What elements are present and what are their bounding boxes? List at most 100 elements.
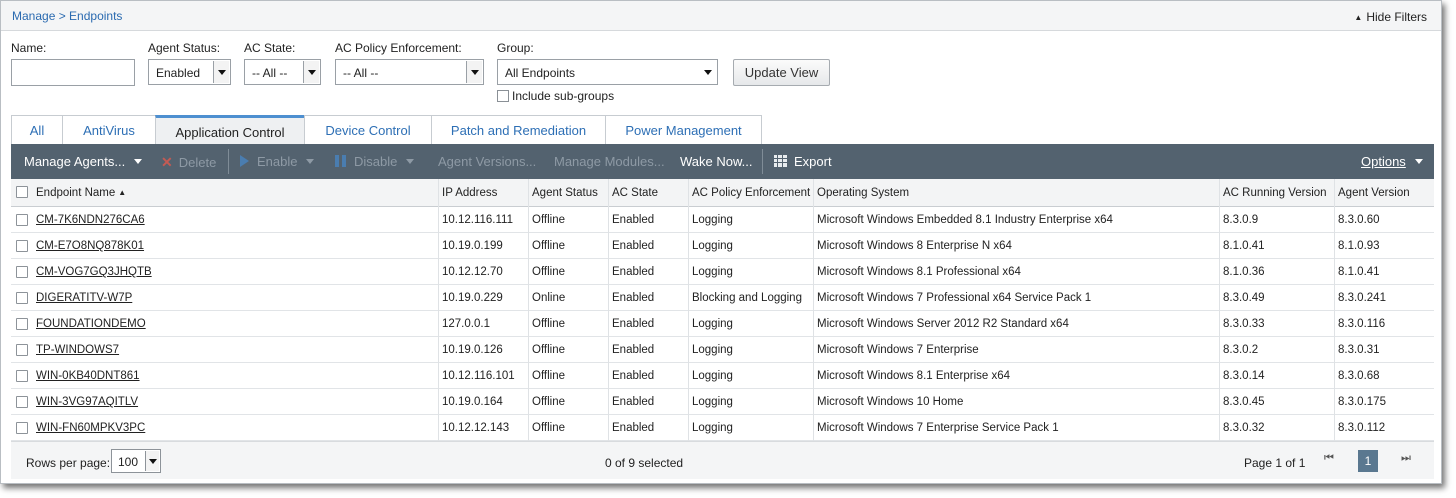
table-row[interactable]: WIN-FN60MPKV3PC 10.12.12.143 Offline Ena… (11, 415, 1434, 441)
row-checkbox[interactable] (16, 240, 28, 252)
select-all-checkbox[interactable] (16, 186, 28, 198)
endpoint-link[interactable]: TP-WINDOWS7 (36, 344, 119, 356)
tab-antivirus[interactable]: AntiVirus (62, 115, 156, 145)
endpoint-link[interactable]: WIN-FN60MPKV3PC (36, 422, 145, 434)
column-header-agent-version[interactable]: Agent Version (1334, 179, 1434, 206)
rows-per-page-select[interactable]: 100 (111, 449, 161, 473)
tab-all[interactable]: All (11, 115, 63, 145)
ip-address-cell: 10.12.116.111 (442, 214, 513, 226)
ac-running-version-cell: 8.1.0.41 (1223, 240, 1265, 252)
column-header-ac-running-version[interactable]: AC Running Version (1219, 179, 1334, 206)
agent-status-cell: Offline (532, 240, 566, 252)
table-row[interactable]: CM-E7O8NQ878K01 10.19.0.199 Offline Enab… (11, 233, 1434, 259)
operating-system-cell: Microsoft Windows 10 Home (817, 396, 964, 408)
endpoint-name-cell[interactable]: WIN-FN60MPKV3PC (32, 415, 437, 440)
ac-policy-label: AC Policy Enforcement: (335, 41, 462, 55)
table-row[interactable]: TP-WINDOWS7 10.19.0.126 Offline Enabled … (11, 337, 1434, 363)
endpoint-name-cell[interactable]: WIN-3VG97AQITLV (32, 389, 437, 414)
ac-state-cell: Enabled (612, 318, 655, 330)
manage-modules-button[interactable]: Manage Modules... (554, 154, 665, 169)
export-button[interactable]: Export (774, 154, 832, 169)
agent-status-cell: Offline (532, 396, 566, 408)
ac-state-select[interactable]: -- All -- (244, 59, 321, 85)
chevron-down-icon (1414, 159, 1423, 164)
options-label: Options (1361, 154, 1406, 169)
row-checkbox[interactable] (16, 396, 28, 408)
ip-address-cell: 10.12.12.70 (442, 266, 503, 278)
column-header-ac-state[interactable]: AC State (608, 179, 688, 206)
ac-policy-value: -- All -- (343, 66, 379, 80)
ac-state-cell: Enabled (612, 370, 655, 382)
ac-policy-cell: Logging (692, 344, 733, 356)
endpoint-name-cell[interactable]: WIN-0KB40DNT861 (32, 363, 437, 388)
group-select[interactable]: All Endpoints (497, 59, 718, 85)
row-checkbox[interactable] (16, 370, 28, 382)
endpoint-name-cell[interactable]: CM-VOG7GQ3JHQTB (32, 259, 437, 284)
endpoint-link[interactable]: FOUNDATIONDEMO (36, 318, 146, 330)
table-row[interactable]: CM-VOG7GQ3JHQTB 10.12.12.70 Offline Enab… (11, 259, 1434, 285)
column-header-agent-status[interactable]: Agent Status (528, 179, 608, 206)
enable-label: Enable (257, 154, 298, 169)
manage-agents-button[interactable]: Manage Agents... (24, 154, 143, 169)
column-divider (1219, 179, 1220, 441)
tab-application-control[interactable]: Application Control (155, 115, 305, 145)
tab-power-management[interactable]: Power Management (605, 115, 762, 145)
agent-status-select[interactable]: Enabled (148, 59, 231, 85)
endpoint-link[interactable]: WIN-0KB40DNT861 (36, 370, 140, 382)
top-bar: Manage > Endpoints ▲ Hide Filters (1, 1, 1441, 31)
name-input[interactable] (11, 59, 135, 86)
update-view-button[interactable]: Update View (733, 59, 830, 86)
rows-per-page-label: Rows per page: (26, 456, 111, 470)
endpoint-name-cell[interactable]: TP-WINDOWS7 (32, 337, 437, 362)
endpoint-link[interactable]: CM-VOG7GQ3JHQTB (36, 266, 152, 278)
ac-policy-cell: Logging (692, 214, 733, 226)
row-checkbox[interactable] (16, 344, 28, 356)
row-checkbox[interactable] (16, 214, 28, 226)
include-subgroups-option[interactable]: Include sub-groups (497, 89, 614, 103)
first-page-icon[interactable]: ⏮ (1320, 452, 1338, 470)
current-page-button[interactable]: 1 (1358, 450, 1378, 472)
tab-device-control[interactable]: Device Control (304, 115, 432, 145)
hide-filters-button[interactable]: ▲ Hide Filters (1354, 10, 1427, 24)
table-row[interactable]: DIGERATITV-W7P 10.19.0.229 Online Enable… (11, 285, 1434, 311)
endpoint-name-cell[interactable]: FOUNDATIONDEMO (32, 311, 437, 336)
endpoint-link[interactable]: CM-E7O8NQ878K01 (36, 240, 144, 252)
table-row[interactable]: WIN-3VG97AQITLV 10.19.0.164 Offline Enab… (11, 389, 1434, 415)
ac-policy-select[interactable]: -- All -- (335, 59, 484, 85)
agent-status-cell: Offline (532, 214, 566, 226)
ip-address-cell: 10.19.0.199 (442, 240, 503, 252)
table-row[interactable]: WIN-0KB40DNT861 10.12.116.101 Offline En… (11, 363, 1434, 389)
column-divider (438, 179, 439, 441)
column-header-ip-address[interactable]: IP Address (438, 179, 528, 206)
row-checkbox[interactable] (16, 292, 28, 304)
delete-icon: ✕ (161, 154, 173, 170)
agent-versions-button[interactable]: Agent Versions... (438, 154, 536, 169)
agent-version-cell: 8.3.0.175 (1338, 396, 1386, 408)
table-row[interactable]: FOUNDATIONDEMO 127.0.0.1 Offline Enabled… (11, 311, 1434, 337)
endpoint-name-cell[interactable]: DIGERATITV-W7P (32, 285, 437, 310)
column-header-operating-system[interactable]: Operating System (813, 179, 1219, 206)
column-header-ac-policy-enforcement[interactable]: AC Policy Enforcement (688, 179, 813, 206)
ac-policy-cell: Logging (692, 370, 733, 382)
delete-button[interactable]: ✕ Delete (161, 154, 216, 171)
last-page-icon[interactable]: ⏭ (1397, 452, 1415, 470)
row-checkbox[interactable] (16, 318, 28, 330)
endpoint-name-cell[interactable]: CM-7K6NDN276CA6 (32, 207, 437, 232)
options-button[interactable]: Options (1361, 154, 1423, 169)
wake-now-button[interactable]: Wake Now... (680, 154, 752, 169)
row-checkbox[interactable] (16, 422, 28, 434)
breadcrumb[interactable]: Manage > Endpoints (12, 9, 122, 23)
disable-button[interactable]: Disable (335, 154, 415, 169)
enable-button[interactable]: Enable (240, 154, 315, 169)
agent-version-cell: 8.3.0.60 (1338, 214, 1380, 226)
ac-policy-cell: Logging (692, 240, 733, 252)
endpoint-name-cell[interactable]: CM-E7O8NQ878K01 (32, 233, 437, 258)
include-subgroups-checkbox[interactable] (497, 90, 509, 102)
row-checkbox[interactable] (16, 266, 28, 278)
column-header-endpoint-name[interactable]: Endpoint Name ▲ (32, 179, 437, 206)
endpoint-link[interactable]: WIN-3VG97AQITLV (36, 396, 138, 408)
endpoint-link[interactable]: DIGERATITV-W7P (36, 292, 132, 304)
tab-patch-and-remediation[interactable]: Patch and Remediation (431, 115, 606, 145)
endpoint-link[interactable]: CM-7K6NDN276CA6 (36, 214, 145, 226)
table-row[interactable]: CM-7K6NDN276CA6 10.12.116.111 Offline En… (11, 207, 1434, 233)
